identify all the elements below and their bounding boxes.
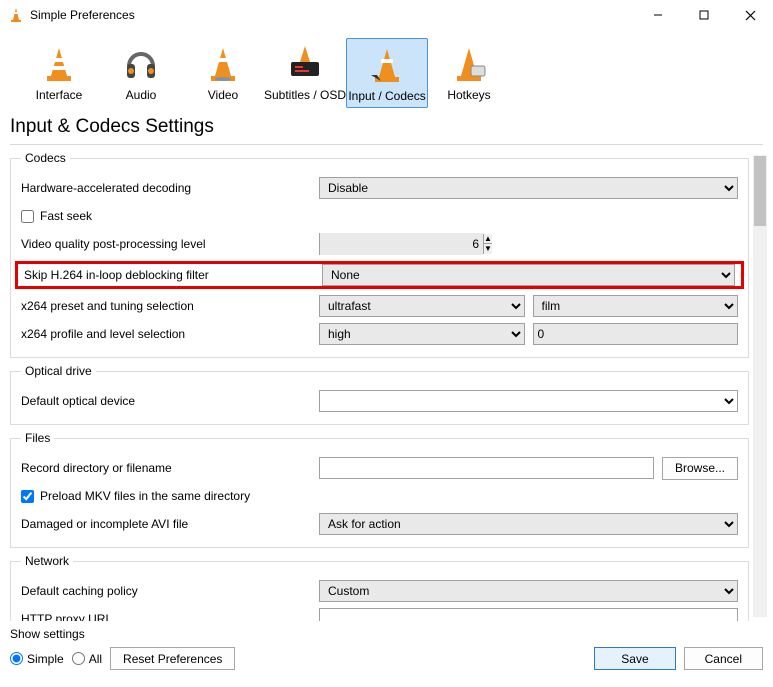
tab-video[interactable]: Video <box>182 38 264 108</box>
recdir-label: Record directory or filename <box>21 461 311 475</box>
show-settings-label: Show settings <box>10 627 85 641</box>
recdir-input[interactable] <box>319 457 654 479</box>
tab-hotkeys-label: Hotkeys <box>447 88 490 102</box>
tab-video-label: Video <box>208 88 238 102</box>
hwdec-select[interactable]: Disable <box>319 177 738 199</box>
tab-interface[interactable]: Interface <box>18 38 100 108</box>
x264preset-label: x264 preset and tuning selection <box>21 299 311 313</box>
subtitles-icon <box>285 44 325 84</box>
divider <box>10 144 763 145</box>
skip264-select[interactable]: None <box>322 264 735 286</box>
cache-label: Default caching policy <box>21 584 311 598</box>
preload-input[interactable] <box>21 490 34 503</box>
bottom-bar: Show settings Simple All Reset Preferenc… <box>0 621 773 687</box>
window-title: Simple Preferences <box>30 8 135 22</box>
vqpp-spinbox[interactable]: ▲▼ <box>319 233 409 255</box>
x264preset-select[interactable]: ultrafast <box>319 295 525 317</box>
vqpp-input[interactable] <box>320 233 483 255</box>
tab-audio-label: Audio <box>126 88 157 102</box>
titlebar: Simple Preferences <box>0 0 773 30</box>
video-icon <box>203 44 243 84</box>
network-legend: Network <box>21 554 73 568</box>
preload-label: Preload MKV files in the same directory <box>40 489 250 503</box>
input-codecs-icon <box>367 45 407 85</box>
optical-legend: Optical drive <box>21 364 96 378</box>
tab-interface-label: Interface <box>36 88 83 102</box>
tab-subtitles-label: Subtitles / OSD <box>264 88 346 102</box>
settings-scroll-area: Codecs Hardware-accelerated decoding Dis… <box>0 151 773 621</box>
skip264-row-highlight: Skip H.264 in-loop deblocking filter Non… <box>15 261 744 289</box>
maximize-button[interactable] <box>681 0 727 30</box>
optical-group: Optical drive Default optical device <box>10 364 749 425</box>
tab-hotkeys[interactable]: Hotkeys <box>428 38 510 108</box>
x264tune-select[interactable]: film <box>533 295 739 317</box>
browse-button[interactable]: Browse... <box>662 457 738 480</box>
vqpp-up-icon[interactable]: ▲ <box>484 234 492 244</box>
tab-input-codecs[interactable]: Input / Codecs <box>346 38 428 108</box>
scrollbar[interactable] <box>753 155 767 617</box>
vlc-cone-icon <box>8 7 24 23</box>
fastseek-checkbox[interactable]: Fast seek <box>21 209 92 223</box>
files-legend: Files <box>21 431 54 445</box>
damaged-select[interactable]: Ask for action <box>319 513 738 535</box>
vqpp-down-icon[interactable]: ▼ <box>484 244 492 254</box>
preload-checkbox[interactable]: Preload MKV files in the same directory <box>21 489 250 503</box>
close-button[interactable] <box>727 0 773 30</box>
optical-default-select[interactable] <box>319 390 738 412</box>
cancel-button[interactable]: Cancel <box>684 647 763 670</box>
save-button[interactable]: Save <box>594 647 675 670</box>
show-simple-radio[interactable]: Simple <box>10 652 64 666</box>
codecs-legend: Codecs <box>21 151 70 165</box>
x264profile-label: x264 profile and level selection <box>21 327 311 341</box>
x264profile-select[interactable]: high <box>319 323 525 345</box>
tab-audio[interactable]: Audio <box>100 38 182 108</box>
fastseek-input[interactable] <box>21 210 34 223</box>
tab-input-codecs-label: Input / Codecs <box>348 89 425 103</box>
page-heading: Input & Codecs Settings <box>0 112 773 144</box>
optical-default-label: Default optical device <box>21 394 311 408</box>
x264level-input[interactable] <box>533 323 739 345</box>
skip264-label: Skip H.264 in-loop deblocking filter <box>24 268 314 282</box>
category-tabs: Interface Audio Video Subtitles / OSD In… <box>0 30 773 112</box>
hotkeys-icon <box>449 44 489 84</box>
interface-icon <box>39 44 79 84</box>
codecs-group: Codecs Hardware-accelerated decoding Dis… <box>10 151 749 358</box>
hwdec-label: Hardware-accelerated decoding <box>21 181 311 195</box>
minimize-button[interactable] <box>635 0 681 30</box>
vqpp-label: Video quality post-processing level <box>21 237 311 251</box>
damaged-label: Damaged or incomplete AVI file <box>21 517 311 531</box>
files-group: Files Record directory or filename Brows… <box>10 431 749 548</box>
fastseek-label: Fast seek <box>40 209 92 223</box>
reset-button[interactable]: Reset Preferences <box>110 647 235 670</box>
cache-select[interactable]: Custom <box>319 580 738 602</box>
tab-subtitles[interactable]: Subtitles / OSD <box>264 38 346 108</box>
audio-icon <box>121 44 161 84</box>
show-all-radio[interactable]: All <box>72 652 102 666</box>
